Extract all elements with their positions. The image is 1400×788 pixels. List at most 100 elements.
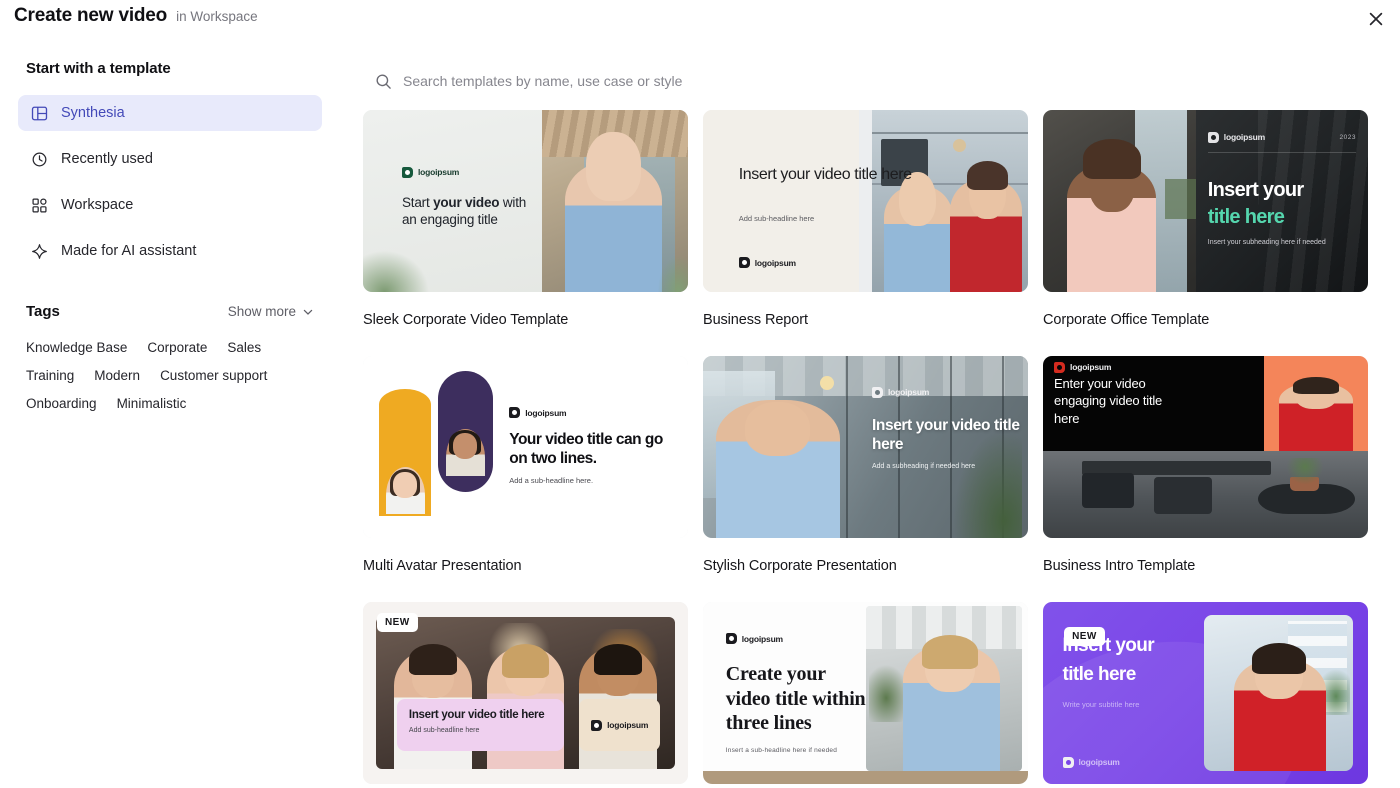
slide-photo (1203, 614, 1354, 772)
template-card[interactable]: Insert your title here Write your subtit… (1043, 602, 1368, 788)
slide-text-block: logoipsum Create your video title within… (725, 631, 869, 755)
template-card[interactable]: logoipsum Insert your video title here A… (703, 356, 1028, 574)
slide-photo (872, 110, 1028, 292)
logo-mark-icon (1062, 756, 1074, 768)
logo-mark-icon (872, 386, 883, 398)
slide-subtitle: Insert a sub-headline here if needed (725, 747, 838, 755)
logoipsum-logo: logoipsum (872, 386, 929, 398)
template-card[interactable]: logoipsum Create your video title within… (703, 602, 1028, 788)
sidebar-item-made-for-ai-assistant[interactable]: Made for AI assistant (18, 233, 322, 269)
avatar-head (392, 472, 417, 498)
avatar-panel (1264, 356, 1368, 451)
slide-subtitle: Insert your subheading here if needed (1207, 239, 1326, 247)
clock-icon (30, 150, 48, 168)
slide-title-part: Start (402, 194, 434, 210)
logoipsum-logo: logoipsum (402, 166, 460, 178)
sidebar-heading: Start with a template (26, 60, 171, 77)
logoipsum-logo: logoipsum (725, 633, 783, 645)
slide-title: Create your video title within three lin… (725, 663, 866, 734)
template-card[interactable]: logoipsum 2023 Insert your title here In… (1043, 110, 1368, 328)
tag-item[interactable]: Minimalistic (117, 396, 187, 411)
slide-subtitle: Add sub-headline here (738, 213, 815, 223)
tag-item[interactable]: Modern (94, 368, 140, 383)
slide-title: Your video title can go on two lines. (509, 431, 663, 468)
sidebar-item-label: Synthesia (61, 105, 125, 121)
slide-title-line1: Insert your (1207, 179, 1304, 202)
logo-mark-icon (738, 257, 750, 269)
slide-title: Insert your video title here (738, 165, 912, 183)
tags-section: Tags Show more Knowledge Base Corporate … (0, 303, 340, 411)
slide-subtitle: Add a sub-headline here. (509, 475, 594, 485)
tag-item[interactable]: Onboarding (26, 396, 97, 411)
chevron-down-icon (303, 309, 313, 315)
template-title: Corporate Office Template (1043, 312, 1210, 328)
tag-item[interactable]: Knowledge Base (26, 340, 127, 355)
slide-text-panel: logoipsum 2023 Insert your title here In… (1195, 110, 1368, 292)
sidebar-item-recently-used[interactable]: Recently used (18, 141, 322, 177)
avatar-head (452, 433, 478, 459)
logo-text: logoipsum (418, 167, 460, 178)
avatar-hair (501, 644, 550, 678)
slide-year: 2023 (1339, 133, 1356, 141)
logo-mark-icon (509, 407, 521, 419)
slide-title: Start your video with an engaging title (402, 194, 552, 230)
desk-decor (703, 771, 1028, 784)
template-thumbnail: logoipsum Start your video with an engag… (363, 110, 688, 292)
sidebar-item-synthesia[interactable]: Synthesia (18, 95, 322, 131)
header-title-group: Create new video in Workspace (14, 5, 258, 27)
slide-text-panel: logoipsum Enter your video engaging vide… (1043, 356, 1264, 451)
logo-mark-icon (1207, 131, 1219, 143)
tag-item[interactable]: Corporate (147, 340, 207, 355)
slide-photo (865, 605, 1022, 772)
template-title: Business Report (703, 312, 808, 328)
logo-mark-icon (402, 166, 413, 178)
slide-subtitle: Write your subtitle here (1062, 700, 1140, 710)
lamp-decor (953, 139, 967, 153)
logoipsum-logo: logoipsum (738, 257, 796, 269)
page-title: Create new video (14, 5, 168, 26)
tags-title: Tags (26, 303, 60, 320)
slide-caption-box: Insert your video title here Add sub-hea… (396, 699, 565, 752)
chair-decor (1082, 473, 1134, 509)
slide-title-line2: title here (1062, 663, 1137, 685)
search-icon (375, 73, 392, 90)
template-card[interactable]: NEW Insert your video title here Add sub… (363, 602, 688, 788)
template-card[interactable]: logoipsum Start your video with an engag… (363, 110, 688, 328)
sidebar-item-label: Recently used (61, 151, 153, 167)
slide-subtitle: Add sub-headline here (408, 727, 480, 735)
show-more-tags-button[interactable]: Show more (228, 304, 314, 319)
template-card[interactable]: Insert your video title here Add sub-hea… (703, 110, 1028, 328)
slide-title-line2: title here (1207, 206, 1285, 229)
avatar-hair (408, 644, 457, 675)
slide-title-highlight: your video (433, 194, 500, 210)
sparkle-icon (30, 242, 48, 260)
tag-item[interactable]: Training (26, 368, 74, 383)
tag-item[interactable]: Sales (227, 340, 261, 355)
template-thumbnail: logoipsum 2023 Insert your title here In… (1043, 110, 1368, 292)
slide-title: Insert your video title here (408, 709, 545, 722)
sidebar-item-workspace[interactable]: Workspace (18, 187, 322, 223)
logoipsum-logo: logoipsum (591, 719, 648, 731)
search-bar[interactable] (363, 62, 953, 100)
divider (1207, 151, 1356, 153)
slide-photo (1043, 450, 1368, 538)
avatar-hair (1251, 642, 1306, 675)
slide-title-part: with (499, 194, 527, 210)
logo-text: logoipsum (754, 257, 796, 268)
template-thumbnail: logoipsum Your video title can go on two… (363, 356, 688, 538)
template-thumbnail: logoipsum Create your video title within… (703, 602, 1028, 784)
slide-subtitle: Add a subheading if needed here (872, 463, 976, 471)
template-card[interactable]: logoipsum Your video title can go on two… (363, 356, 688, 574)
close-button[interactable] (1361, 4, 1391, 34)
slide-title: Enter your video engaging video title he… (1054, 375, 1163, 427)
logo-text: logoipsum (741, 633, 783, 644)
plant-decor (1165, 179, 1196, 220)
search-input[interactable] (403, 62, 923, 100)
template-thumbnail: Insert your video title here Add sub-hea… (703, 110, 1028, 292)
template-thumbnail: logoipsum Insert your video title here A… (703, 356, 1028, 538)
template-card[interactable]: logoipsum Enter your video engaging vide… (1043, 356, 1368, 574)
logo-text: logoipsum (1070, 362, 1112, 373)
tag-item[interactable]: Customer support (160, 368, 267, 383)
logoipsum-logo: logoipsum (1054, 361, 1112, 373)
logoipsum-logo: logoipsum (1062, 756, 1120, 768)
